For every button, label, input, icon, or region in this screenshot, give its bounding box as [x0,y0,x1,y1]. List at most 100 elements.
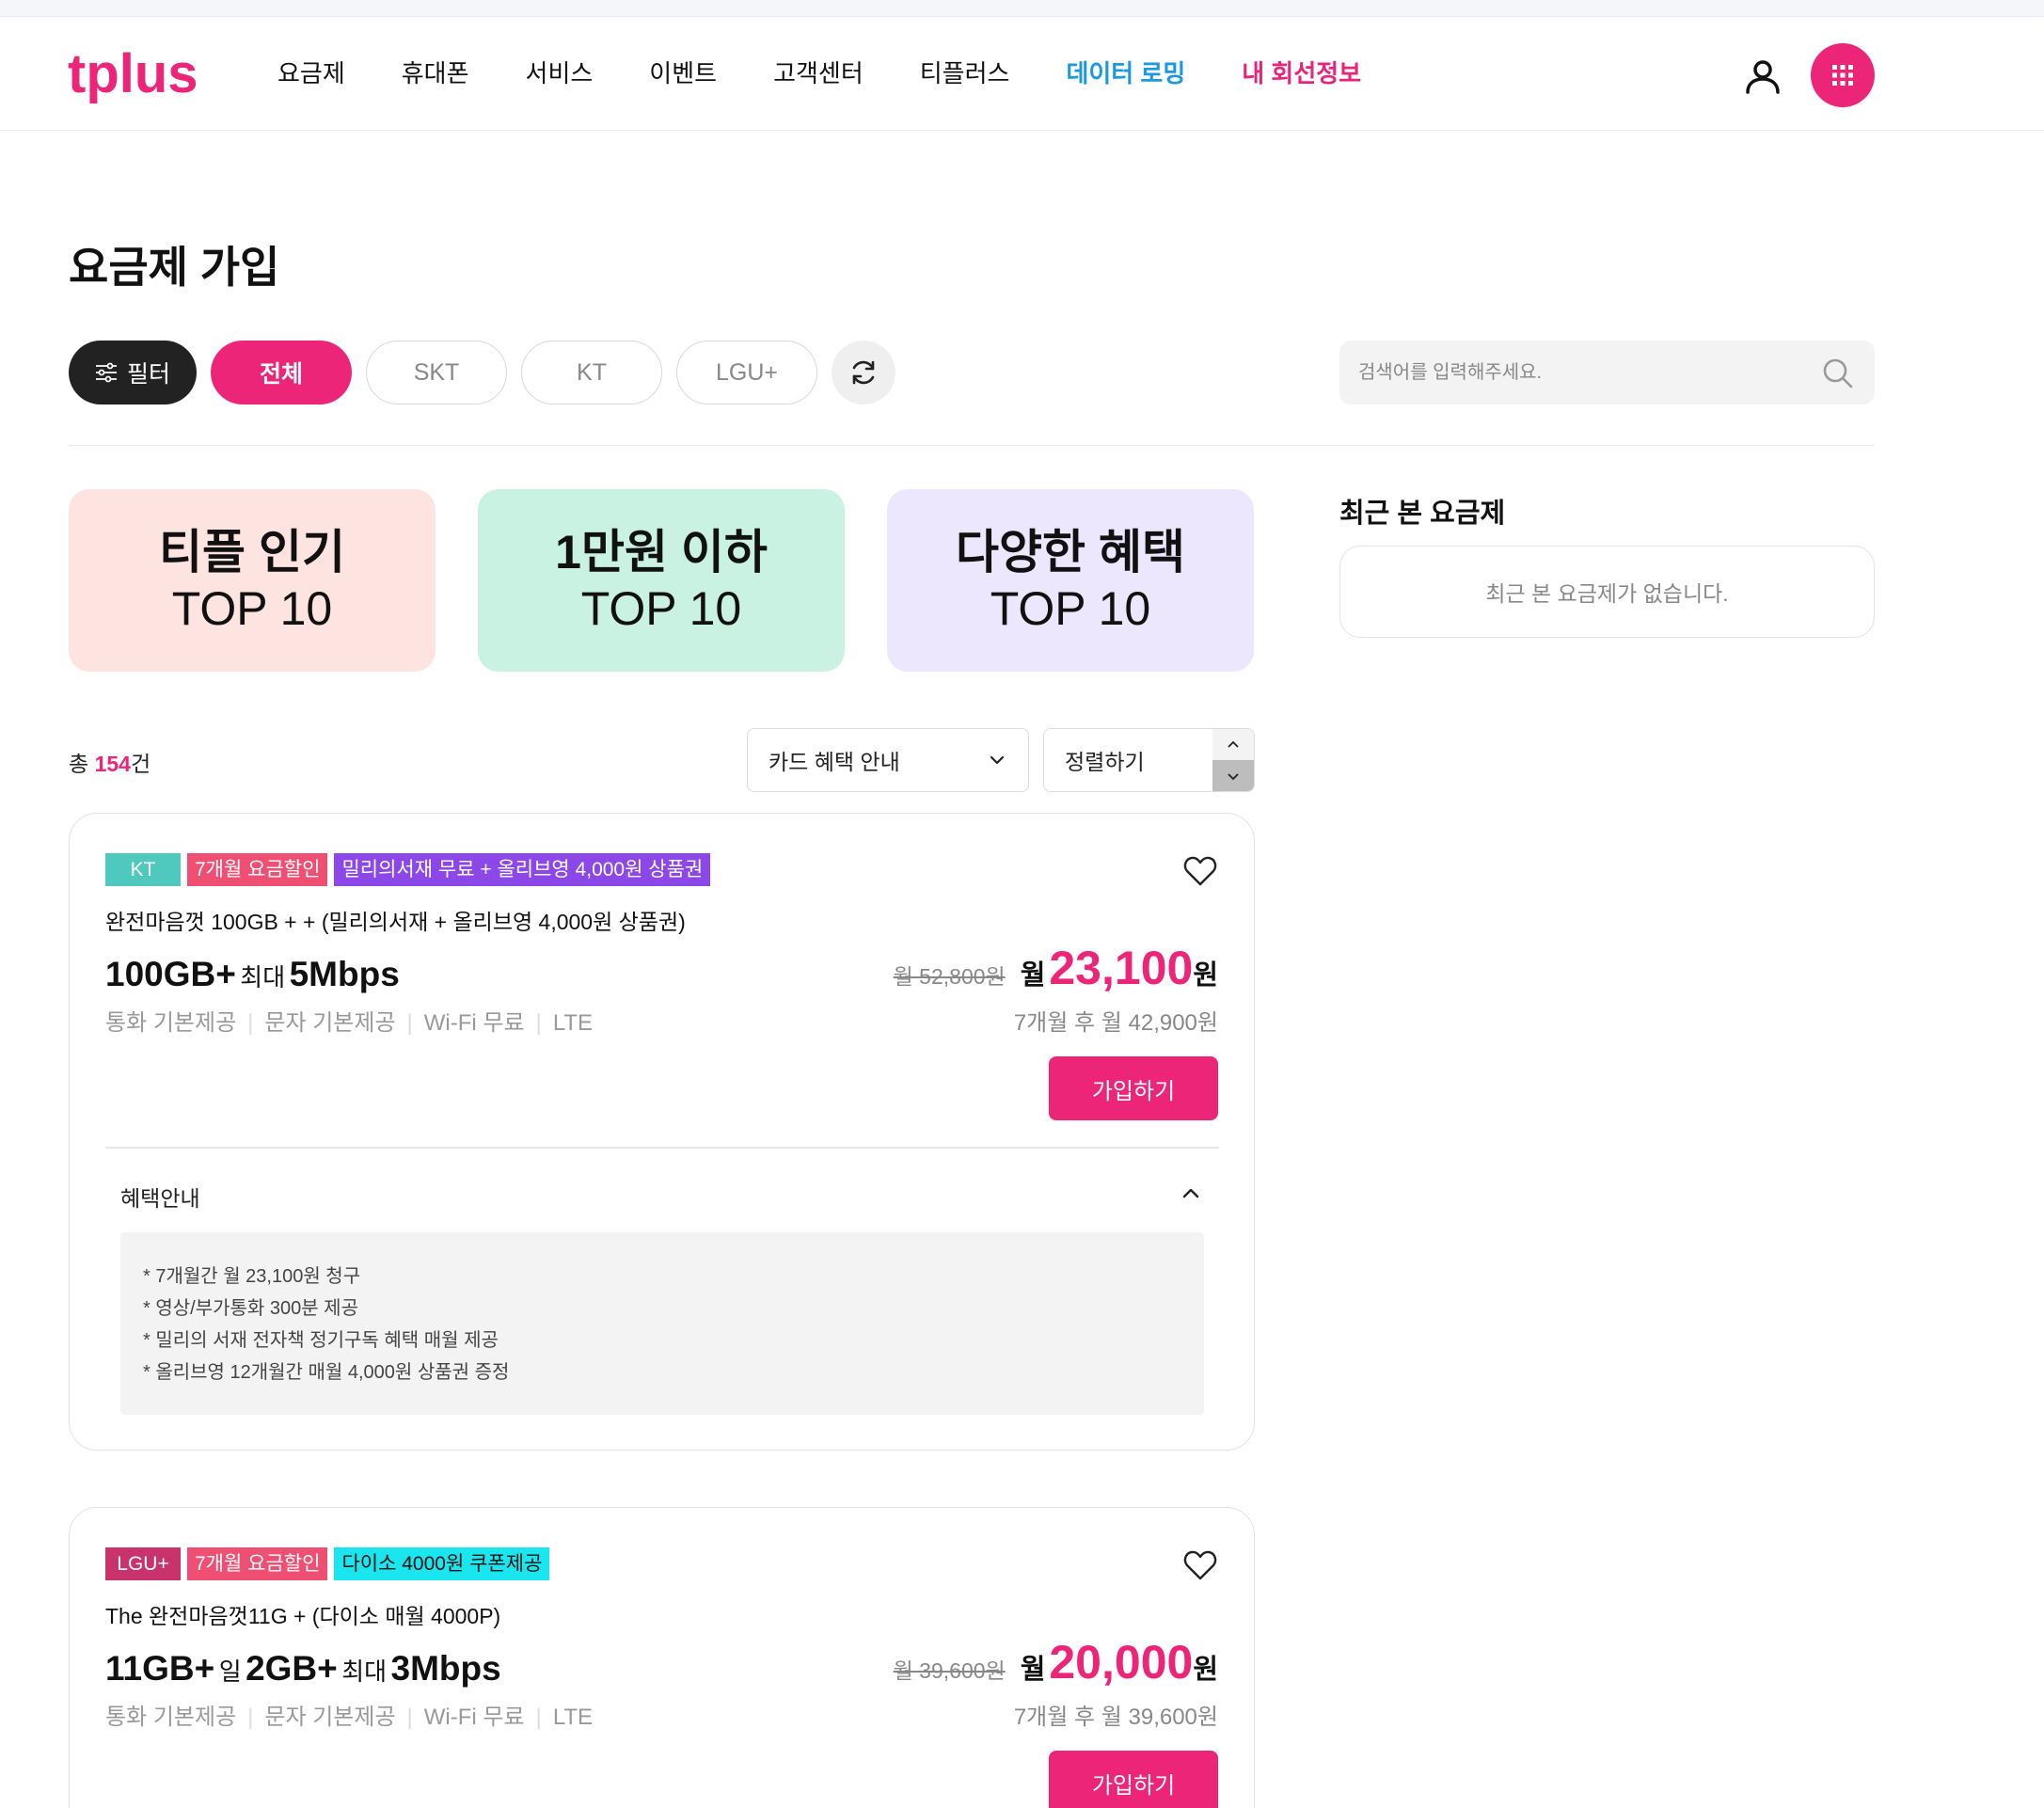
speed-value: 5Mbps [289,955,400,993]
price-row: 월 52,800원 월 23,100 원 [894,941,1218,995]
logo-text: tplus [68,43,198,104]
nav-customer-center[interactable]: 고객센터 [773,55,864,92]
sale-price: 23,100 [1049,942,1194,994]
nav-phones[interactable]: 휴대폰 [402,55,469,92]
data-amount: 100GB+ [105,955,236,993]
card-benefit-label: 카드 혜택 안내 [768,750,900,774]
feature-call: 통화 기본제공 [105,1705,237,1730]
main-nav: 요금제 휴대폰 서비스 이벤트 고객센터 티플러스 데이터 로밍 내 회선정보 [277,55,1418,92]
chip-skt[interactable]: SKT [366,341,507,404]
month-label: 월 [1020,960,1046,991]
feature-divider: | [535,1010,542,1036]
filter-label: 필터 [126,361,170,388]
sort-spinner[interactable] [1212,729,1254,791]
top10-card-subtitle: TOP 10 [580,582,742,635]
feature-wifi: Wi-Fi 무료 [423,1705,525,1730]
plan-features: 통화 기본제공 | 문자 기본제공 | Wi-Fi 무료 | LTE [105,1698,593,1731]
apps-menu-button[interactable] [1811,43,1875,107]
benefit-accordion-title[interactable]: 혜택안내 [120,1181,200,1213]
benefit-item: * 영상/부가통화 300분 제공 [143,1298,358,1319]
chevron-up-icon [1228,740,1239,748]
currency-won: 원 [1193,960,1218,991]
top10-card-popular[interactable]: 티플 인기 TOP 10 [69,489,436,672]
speed-value: 3Mbps [390,1649,501,1688]
search-input[interactable] [1358,341,1800,404]
top10-card-title: 1만원 이하 [555,526,768,579]
currency-won: 원 [1193,1655,1218,1685]
chip-lgu[interactable]: LGU+ [676,341,817,404]
plan-tags: KT 7개월 요금할인 밀리의서재 무료 + 올리브영 4,000원 상품권 [105,853,711,886]
nav-my-line-info[interactable]: 내 회선정보 [1242,55,1361,92]
price-row: 월 39,600원 월 20,000 원 [894,1635,1218,1689]
sort-up-arrow[interactable] [1212,729,1254,760]
benefit-item: * 밀리의 서재 전자책 정기구독 혜택 매월 제공 [143,1330,499,1351]
site-header: tplus 요금제 휴대폰 서비스 이벤트 고객센터 티플러스 데이터 로밍 내… [0,17,2044,131]
grid-icon [1832,65,1853,86]
total-prefix: 총 [69,752,95,776]
feature-network: LTE [552,1010,594,1036]
benefit-tag: 밀리의서재 무료 + 올리브영 4,000원 상품권 [334,853,711,886]
section-divider [69,445,1875,446]
total-suffix: 건 [130,752,151,776]
nav-plans[interactable]: 요금제 [277,55,345,92]
join-button[interactable]: 가입하기 [1049,1056,1218,1120]
sort-label: 정렬하기 [1065,750,1145,774]
heart-icon[interactable] [1182,853,1218,889]
month-label: 월 [1020,1655,1046,1685]
chevron-up-icon[interactable] [1179,1181,1203,1205]
refresh-button[interactable] [832,341,895,404]
feature-sms: 문자 기본제공 [264,1010,396,1036]
user-icon[interactable] [1740,55,1785,100]
discount-tag: 7개월 요금할인 [187,1547,328,1580]
top10-card-subtitle: TOP 10 [171,582,333,635]
heart-icon[interactable] [1182,1547,1218,1583]
nav-events[interactable]: 이벤트 [649,55,717,92]
plan-card: LGU+ 7개월 요금할인 다이소 4000원 쿠폰제공 The 완전마음껏11… [69,1507,1255,1808]
data-amount: 11GB+ [105,1649,215,1688]
nav-tplus[interactable]: 티플러스 [920,55,1010,92]
benefit-details: * 7개월간 월 23,100원 청구 * 영상/부가통화 300분 제공 * … [120,1232,1204,1415]
top10-card-benefits[interactable]: 다양한 혜택 TOP 10 [887,489,1254,672]
sliders-icon [95,362,117,383]
speed-label: 최대 [341,1657,388,1686]
tplus-logo[interactable]: tplus [68,43,228,109]
search-box [1339,341,1875,404]
chip-all[interactable]: 전체 [211,341,352,404]
original-price: 월 52,800원 [893,964,1006,989]
nav-services[interactable]: 서비스 [526,55,594,92]
plan-name: The 완전마음껏11G + (다이소 매월 4000P) [105,1604,501,1628]
plan-data-summary: 11GB+ 일 2GB+ 최대 3Mbps [105,1649,501,1689]
refresh-icon [852,360,875,385]
chip-kt[interactable]: KT [521,341,662,404]
discount-tag: 7개월 요금할인 [187,853,328,886]
speed-label: 최대 [240,963,286,991]
total-count: 총 154건 [69,746,151,778]
original-price: 월 39,600원 [893,1658,1006,1683]
daily-data-amount: 2GB+ [246,1649,338,1688]
feature-call: 통화 기본제공 [105,1010,237,1036]
feature-sms: 문자 기본제공 [264,1705,396,1730]
chevron-down-icon [1228,772,1239,780]
sort-down-arrow[interactable] [1212,760,1254,791]
feature-divider: | [406,1010,413,1036]
filter-button[interactable]: 필터 [69,341,197,404]
plan-card: KT 7개월 요금할인 밀리의서재 무료 + 올리브영 4,000원 상품권 완… [69,813,1255,1451]
benefit-item: * 7개월간 월 23,100원 청구 [143,1266,361,1287]
card-benefit-dropdown[interactable]: 카드 혜택 안내 [747,728,1029,792]
feature-wifi: Wi-Fi 무료 [423,1010,525,1036]
benefit-item: * 올리브영 12개월간 매월 4,000원 상품권 증정 [143,1362,510,1383]
sort-select[interactable]: 정렬하기 [1043,728,1255,792]
join-button[interactable]: 가입하기 [1049,1751,1218,1808]
search-icon[interactable] [1822,357,1854,389]
nav-data-roaming[interactable]: 데이터 로밍 [1066,55,1185,92]
recent-plans-empty: 최근 본 요금제가 없습니다. [1339,546,1875,638]
carrier-tag: KT [105,853,181,886]
carrier-tag: LGU+ [105,1547,181,1580]
sale-price: 20,000 [1049,1636,1194,1689]
plan-features: 통화 기본제공 | 문자 기본제공 | Wi-Fi 무료 | LTE [105,1004,593,1037]
benefit-tag: 다이소 4000원 쿠폰제공 [334,1547,550,1580]
recent-plans-title: 최근 본 요금제 [1339,499,1506,529]
benefit-divider [105,1147,1219,1149]
top10-card-under-10k[interactable]: 1만원 이하 TOP 10 [478,489,845,672]
daily-label: 일 [218,1657,242,1686]
